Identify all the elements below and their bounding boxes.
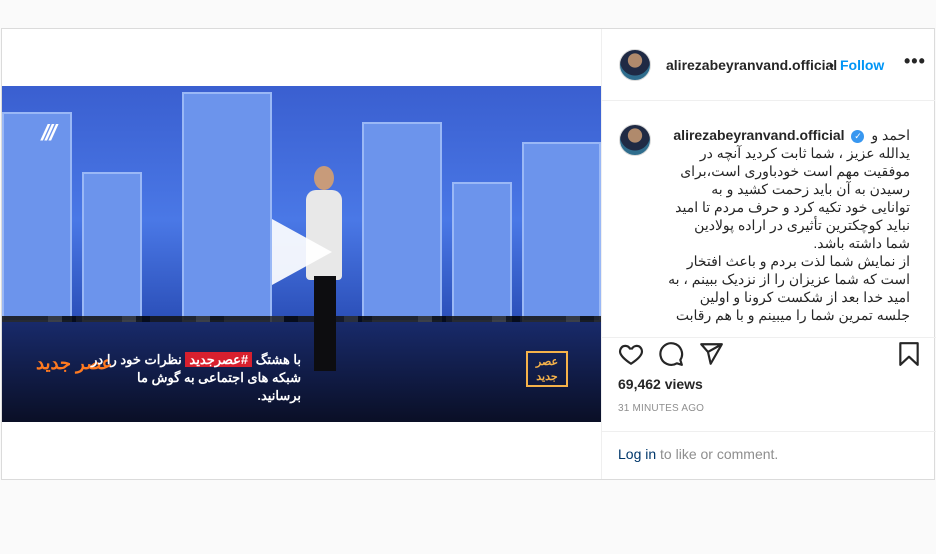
caption-line: توانایی خود تکیه کرد و حرف مردم تا امید bbox=[675, 199, 910, 215]
post-media: /// عصر جدید با هشتگ #عصرجدید نظرات خود … bbox=[2, 29, 601, 479]
caption-section: احمد و ✓ alirezabeyranvand.official یدال… bbox=[602, 102, 936, 338]
caption-line: است که شما عزیزان را از نزدیک ببینم ، به bbox=[668, 271, 910, 287]
backdrop-building bbox=[182, 92, 272, 322]
action-bar bbox=[602, 341, 936, 381]
timestamp[interactable]: 31 MINUTES AGO bbox=[618, 403, 704, 414]
video-player[interactable]: /// عصر جدید با هشتگ #عصرجدید نظرات خود … bbox=[2, 86, 601, 422]
caption-text: احمد و ✓ alirezabeyranvand.official یدال… bbox=[666, 126, 910, 324]
post-header: alirezabeyranvand.official • Follow ••• bbox=[602, 29, 935, 101]
verified-badge-icon: ✓ bbox=[851, 130, 865, 143]
avatar[interactable] bbox=[619, 49, 651, 81]
avatar[interactable] bbox=[619, 124, 651, 156]
caption-line: از نمایش شما لذت بردم و باعث افتخار bbox=[686, 253, 910, 269]
play-icon[interactable] bbox=[272, 219, 332, 285]
login-prompt-text: to like or comment. bbox=[656, 446, 779, 462]
post-side-panel: alirezabeyranvand.official • Follow ••• … bbox=[601, 29, 936, 479]
hashtag-tag: #عصرجدید bbox=[185, 352, 253, 367]
share-icon[interactable] bbox=[698, 341, 724, 367]
caption-line: شما داشته باشد. bbox=[813, 235, 910, 251]
username-link[interactable]: alirezabeyranvand.official bbox=[666, 57, 837, 73]
backdrop-building bbox=[82, 172, 142, 322]
backdrop-building bbox=[522, 142, 601, 322]
backdrop-building bbox=[2, 112, 72, 322]
backdrop-building bbox=[362, 122, 442, 322]
caption-line: یدالله عزیز ، شما ثابت کردید آنچه در bbox=[699, 145, 910, 161]
bookmark-icon[interactable] bbox=[896, 341, 922, 367]
comment-icon[interactable] bbox=[658, 341, 684, 367]
caption-username-link[interactable]: alirezabeyranvand.official bbox=[673, 127, 844, 143]
separator-dot: • bbox=[829, 57, 834, 73]
login-link[interactable]: Log in bbox=[618, 446, 656, 462]
caption-line: امید خدا بعد از شکست کرونا و اولین bbox=[699, 289, 910, 305]
caption-line: رسیدن به آن باید زحمت کشید و به bbox=[711, 181, 910, 197]
backdrop-building bbox=[452, 182, 512, 322]
hashtag-banner: با هشتگ #عصرجدید نظرات خود را در شبکه ها… bbox=[91, 352, 301, 403]
heart-icon[interactable] bbox=[618, 341, 644, 367]
view-count[interactable]: 69,462 views bbox=[618, 376, 703, 392]
instagram-post: /// عصر جدید با هشتگ #عصرجدید نظرات خود … bbox=[1, 28, 936, 480]
caption-line: موفقیت مهم است خودباوری است،برای bbox=[680, 163, 910, 179]
caption-first-line: احمد و ✓ alirezabeyranvand.official bbox=[673, 127, 910, 143]
more-options-icon[interactable]: ••• bbox=[904, 51, 926, 72]
caption-line: نباید کوچکترین تأثیری در اراده پولادین bbox=[694, 217, 910, 233]
caption-line: جلسه تمرین شما را میبینم و با هم رقابت bbox=[675, 307, 910, 323]
follow-button[interactable]: Follow bbox=[840, 57, 884, 73]
login-prompt: Log in to like or comment. bbox=[602, 431, 936, 479]
show-logo-right: عصر جدید bbox=[526, 351, 568, 387]
